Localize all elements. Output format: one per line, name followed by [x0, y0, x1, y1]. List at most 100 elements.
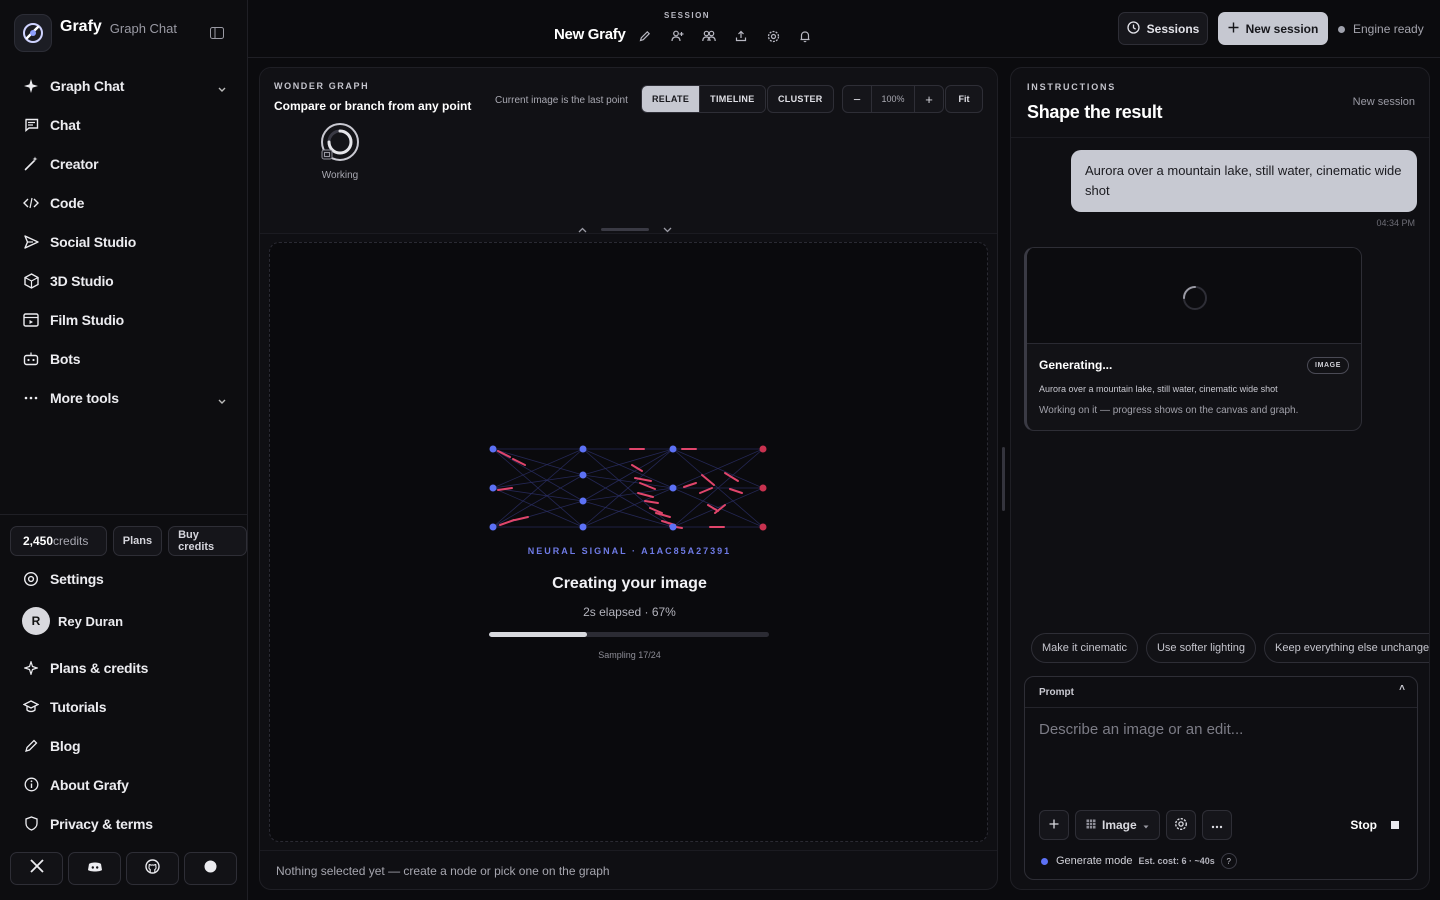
generation-progress-bar [489, 632, 769, 637]
share-user-icon[interactable] [668, 28, 686, 44]
prompt-composer: Prompt ˄ Image Stop Gene [1024, 676, 1418, 880]
signal-pulse [644, 500, 659, 504]
collaborators-icon[interactable] [700, 28, 718, 44]
image-canvas[interactable]: NEURAL SIGNAL · A1AC85A27391 Creating yo… [269, 242, 988, 842]
status-dot [1338, 25, 1345, 33]
network-node [489, 484, 497, 492]
network-edge [492, 474, 584, 528]
sessions-button[interactable]: Sessions [1118, 12, 1208, 45]
ellipsis-icon [22, 389, 40, 407]
generation-card[interactable]: Generating... IMAGE Aurora over a mounta… [1024, 247, 1362, 431]
signal-pulse [701, 474, 715, 486]
network-edge [492, 448, 584, 476]
generation-card-status: Working on it — progress shows on the ca… [1039, 405, 1299, 416]
zoom-out-button[interactable]: − [843, 86, 871, 112]
new-session-button[interactable]: New session [1218, 12, 1328, 45]
network-node [579, 523, 587, 531]
bell-icon[interactable] [796, 28, 814, 44]
edit-pencil-icon[interactable] [636, 28, 654, 44]
more-options-button[interactable] [1201, 810, 1232, 840]
nav-item-social-studio[interactable]: Social Studio [0, 222, 248, 261]
upload-icon[interactable] [732, 28, 750, 44]
shield-icon [22, 815, 40, 833]
nav-item-3d-studio[interactable]: 3D Studio [0, 261, 248, 300]
chevron-down-icon[interactable] [663, 220, 672, 238]
nav-item-tutorials[interactable]: Tutorials [0, 687, 248, 726]
suggestion-chip[interactable]: Use softer lighting [1145, 633, 1257, 663]
generation-step: Sampling 17/24 [598, 650, 661, 660]
settings-label: Settings [50, 571, 104, 587]
network-node [669, 484, 677, 492]
signal-pulse [497, 487, 513, 491]
zoom-in-button[interactable]: + [915, 86, 943, 112]
graph-resize-controls [578, 220, 672, 238]
x-twitter-link[interactable] [10, 852, 63, 885]
github-link[interactable] [126, 852, 179, 885]
generate-mode-label: Generate mode [1056, 855, 1133, 867]
nav-item-graph-chat[interactable]: Graph Chat [0, 66, 248, 105]
help-button[interactable]: ? [1220, 853, 1237, 869]
settings-link[interactable]: Settings [22, 566, 104, 592]
chevron-down-icon[interactable] [218, 80, 226, 98]
network-node [669, 523, 677, 531]
suggestion-chip[interactable]: Keep everything else unchanged [1264, 633, 1429, 663]
network-edge [492, 474, 584, 489]
generation-title: Creating your image [552, 575, 707, 592]
nav-item-chat[interactable]: Chat [0, 105, 248, 144]
credits-value: 2,450 [23, 534, 54, 548]
nav-item-about[interactable]: About Grafy [0, 765, 248, 804]
sidebar-toggle-icon[interactable] [210, 26, 228, 42]
chevron-up-icon[interactable] [578, 220, 587, 238]
mode-select[interactable]: Image [1075, 810, 1160, 840]
social-links [10, 852, 237, 885]
nav-item-creator[interactable]: Creator [0, 144, 248, 183]
node-spinner-icon [320, 122, 360, 162]
selection-status: Nothing selected yet — create a node or … [260, 850, 997, 889]
nav-item-bots[interactable]: Bots [0, 339, 248, 378]
brand[interactable]: Grafy Graph Chat [14, 14, 177, 52]
nav-label: Privacy & terms [50, 815, 153, 832]
generation-card-title: Generating... [1039, 358, 1113, 372]
community-link[interactable] [184, 852, 237, 885]
sidebar: Grafy Graph Chat Graph Chat Chat Creator… [0, 0, 248, 900]
nav-item-privacy[interactable]: Privacy & terms [0, 804, 248, 843]
nav-label: Blog [50, 737, 81, 754]
resize-handle[interactable] [601, 227, 649, 231]
panel-resize-handle[interactable] [1002, 447, 1005, 511]
nav-item-more-tools[interactable]: More tools [0, 378, 248, 417]
caret-up-icon[interactable]: ˄ [1399, 683, 1405, 694]
discord-link[interactable] [68, 852, 121, 885]
wonder-graph-panel: WONDER GRAPH Compare or branch from any … [259, 67, 998, 890]
add-attachment-button[interactable] [1039, 810, 1069, 840]
new-session-link[interactable]: New session [1353, 96, 1415, 108]
graph-eyebrow: WONDER GRAPH [274, 81, 370, 91]
session-title[interactable]: New Grafy [554, 26, 626, 43]
nav-item-blog[interactable]: Blog [0, 726, 248, 765]
chevron-down-icon[interactable] [218, 392, 226, 410]
nav-label: About Grafy [50, 776, 129, 793]
timeline-tab[interactable]: TIMELINE [699, 86, 765, 112]
composer-settings-button[interactable] [1165, 810, 1196, 840]
gear-icon[interactable] [764, 28, 782, 44]
prompt-input[interactable] [1039, 721, 1399, 738]
nav-item-plans-credits[interactable]: Plans & credits [0, 648, 248, 687]
suggestion-chip[interactable]: Make it cinematic [1031, 633, 1138, 663]
relate-tab[interactable]: RELATE [642, 86, 700, 112]
stop-button[interactable]: Stop [1350, 818, 1399, 832]
signal-pulse [699, 487, 713, 494]
nav-item-code[interactable]: Code [0, 183, 248, 222]
cluster-button[interactable]: CLUSTER [767, 85, 834, 113]
fit-button[interactable]: Fit [945, 85, 983, 113]
user-profile[interactable]: R Rey Duran [22, 606, 123, 636]
plans-button[interactable]: Plans [112, 526, 163, 556]
graph-node-working[interactable]: Working [318, 122, 362, 181]
stop-label: Stop [1350, 818, 1377, 832]
sidebar-divider [0, 514, 248, 515]
buy-credits-button[interactable]: Buy credits [168, 526, 247, 556]
nav-item-film-studio[interactable]: Film Studio [0, 300, 248, 339]
network-node [489, 523, 497, 531]
nav-label: Tutorials [50, 698, 107, 715]
graph-note: Current image is the last point [495, 95, 628, 106]
suggestion-chips: Make it cinematic Use softer lighting Ke… [1031, 633, 1429, 663]
zoom-control: − 100% + [842, 85, 944, 113]
